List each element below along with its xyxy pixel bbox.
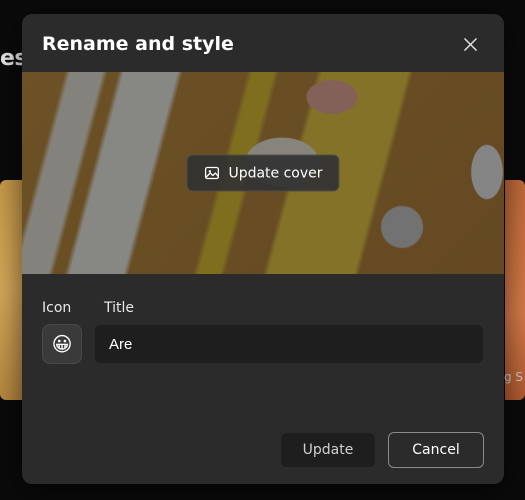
title-input[interactable] xyxy=(94,324,484,364)
icon-picker[interactable]: 😀 xyxy=(42,324,82,364)
icon-field-label: Icon xyxy=(42,300,88,316)
rename-style-modal: Rename and style Update cover Icon Title… xyxy=(22,14,504,484)
title-field-label: Title xyxy=(104,300,134,316)
background-card-left xyxy=(0,180,22,400)
update-cover-button[interactable]: Update cover xyxy=(186,155,339,192)
image-icon xyxy=(203,165,220,182)
labels-row: Icon Title xyxy=(42,300,484,316)
form-area: Icon Title 😀 Update Cancel xyxy=(22,274,504,484)
modal-header: Rename and style xyxy=(22,14,504,72)
background-card-right xyxy=(505,180,525,400)
close-button[interactable] xyxy=(456,30,484,58)
background-partial-text-right: g S xyxy=(504,370,523,384)
close-icon xyxy=(463,37,478,52)
update-button[interactable]: Update xyxy=(280,432,376,468)
modal-title: Rename and style xyxy=(42,33,234,55)
cancel-button[interactable]: Cancel xyxy=(388,432,484,468)
update-cover-label: Update cover xyxy=(228,165,322,181)
modal-footer: Update Cancel xyxy=(42,410,484,468)
inputs-row: 😀 xyxy=(42,324,484,364)
cover-preview: Update cover xyxy=(22,72,504,274)
